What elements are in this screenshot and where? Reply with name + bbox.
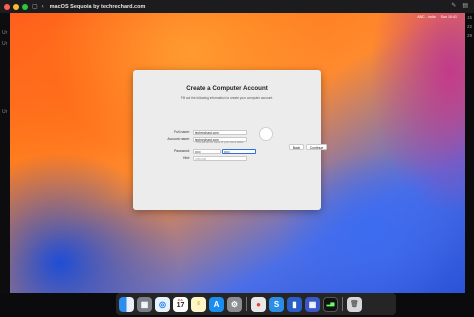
trash-icon[interactable]: 🗑	[347, 296, 362, 312]
menubar-clock[interactable]: Sun 10:41	[441, 15, 457, 19]
minimize-button[interactable]	[13, 3, 19, 10]
sidebar-icon[interactable]: ▤	[462, 3, 468, 9]
safari-icon[interactable]: ◎	[155, 296, 170, 312]
setup-subtitle: Fill out the following information to cr…	[180, 96, 274, 100]
finder-icon[interactable]	[119, 296, 134, 312]
full-name-field[interactable]: techrechard.com	[193, 129, 247, 135]
calendar-date: 15	[466, 15, 472, 20]
activity-monitor-icon[interactable]: ▂▅	[323, 296, 338, 312]
notes-icon[interactable]: ≡	[191, 296, 206, 312]
calendar-icon[interactable]: JUL 17	[173, 296, 188, 312]
calendar-day: 17	[176, 302, 185, 309]
avatar-picker[interactable]	[259, 127, 273, 141]
setup-title: Create a Computer Account	[186, 85, 268, 92]
close-button[interactable]	[4, 3, 10, 10]
left-strip-item: Ur	[2, 30, 8, 36]
back-arrow-icon[interactable]: ‹	[42, 4, 44, 10]
setup-assistant-window: Create a Computer Account Fill out the f…	[133, 70, 321, 210]
account-name-label: Account name:	[167, 137, 190, 141]
verify-password-field[interactable]: •••••	[222, 148, 256, 154]
screen: ▢ ‹ macOS Sequoia by techrechard.com ✎ ▤…	[0, 0, 474, 317]
full-name-row: Full name: techrechard.com	[153, 129, 247, 135]
grid-app-icon[interactable]: ▦	[305, 296, 320, 312]
window-controls	[4, 3, 28, 10]
wrench-icon[interactable]: ✎	[451, 3, 456, 9]
dock-separator	[246, 297, 247, 311]
back-button[interactable]: Back	[289, 144, 304, 150]
launchpad-icon[interactable]: ▦	[137, 296, 152, 312]
dock-separator	[342, 297, 343, 311]
menubar-input-source[interactable]: ABC - India	[417, 15, 435, 19]
password-row: Password: ••••• •••••	[153, 148, 256, 154]
password-label: Password:	[174, 149, 190, 153]
full-name-label: Full name:	[174, 130, 190, 134]
account-name-hint: This will be the name of your home folde…	[196, 141, 245, 144]
host-left-strip: Ur Ur Ur	[0, 13, 10, 293]
dock: ▦ ◎ JUL 17 ≡ A ⚙ ● S ▮ ▦ ▂▅ 🗑	[116, 293, 396, 315]
host-titlebar: ▢ ‹ macOS Sequoia by techrechard.com ✎ ▤	[0, 0, 474, 13]
chrome-icon[interactable]: ●	[251, 296, 266, 312]
host-right-strip: 15 22 29	[462, 13, 474, 63]
zoom-button[interactable]	[22, 3, 28, 10]
app-store-icon[interactable]: A	[209, 296, 224, 312]
settings-gear-icon[interactable]: ⚙	[227, 296, 242, 312]
sidebar-toggle-icon[interactable]: ▢	[32, 4, 38, 10]
setapp-icon[interactable]: S	[269, 296, 284, 312]
left-strip-item: Ur	[2, 41, 8, 47]
hint-row: Hint: optional	[153, 155, 247, 161]
hint-field[interactable]: optional	[193, 155, 247, 161]
window-title: macOS Sequoia by techrechard.com	[49, 3, 146, 10]
vm-menubar: ABC - India Sun 10:41	[10, 13, 465, 21]
continue-button[interactable]: Continue	[306, 144, 327, 150]
calendar-date: 29	[466, 33, 472, 38]
password-field[interactable]: •••••	[193, 148, 221, 154]
vmware-icon[interactable]: ▮	[287, 296, 302, 312]
calendar-date: 22	[466, 24, 472, 29]
hint-label: Hint:	[183, 156, 190, 160]
left-strip-item: Ur	[2, 109, 8, 115]
